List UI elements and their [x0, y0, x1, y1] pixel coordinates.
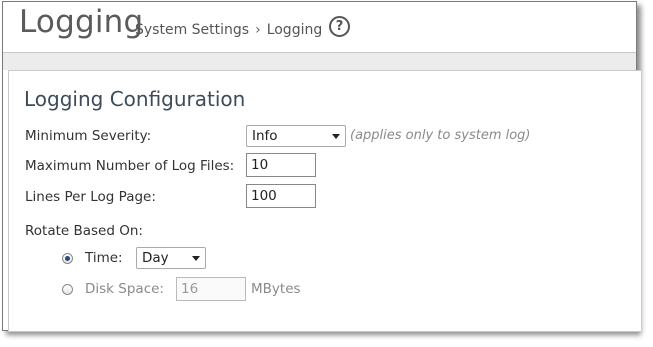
rotate-disk-space-label: Disk Space: — [85, 281, 164, 297]
page-title: Logging — [19, 4, 144, 40]
rotate-time-select[interactable]: Day — [136, 247, 206, 269]
max-log-files-input[interactable]: 10 — [246, 153, 316, 177]
logging-config-panel: Logging Configuration Minimum Severity: … — [8, 70, 641, 332]
min-severity-value: Info — [252, 128, 278, 144]
disk-space-input[interactable]: 16 — [176, 277, 246, 301]
min-severity-label: Minimum Severity: — [25, 128, 152, 144]
min-severity-hint: (applies only to system log) — [350, 128, 531, 143]
breadcrumb: System Settings › Logging — [135, 22, 322, 38]
breadcrumb-separator: › — [255, 22, 261, 38]
window-frame: Logging System Settings › Logging ? Loggin… — [2, 1, 641, 332]
rotate-based-on-label: Rotate Based On: — [25, 223, 143, 239]
breadcrumb-parent[interactable]: System Settings — [135, 22, 249, 38]
rotate-disk-space-radio[interactable] — [62, 284, 73, 295]
rotate-time-value: Day — [142, 250, 169, 266]
max-log-files-label: Maximum Number of Log Files: — [25, 158, 235, 174]
breadcrumb-current: Logging — [266, 22, 323, 38]
rotate-time-radio[interactable] — [62, 253, 73, 264]
header-divider-band — [3, 53, 636, 70]
help-icon[interactable]: ? — [329, 16, 350, 37]
chevron-down-icon — [332, 134, 340, 139]
chevron-down-icon — [192, 256, 200, 261]
page-header: Logging System Settings › Logging ? — [3, 2, 636, 53]
rotate-time-label: Time: — [85, 250, 123, 266]
disk-space-unit: MBytes — [251, 281, 301, 297]
lines-per-page-label: Lines Per Log Page: — [25, 189, 156, 205]
panel-title: Logging Configuration — [24, 87, 246, 111]
min-severity-select[interactable]: Info — [246, 125, 346, 147]
lines-per-page-input[interactable]: 100 — [246, 184, 316, 208]
